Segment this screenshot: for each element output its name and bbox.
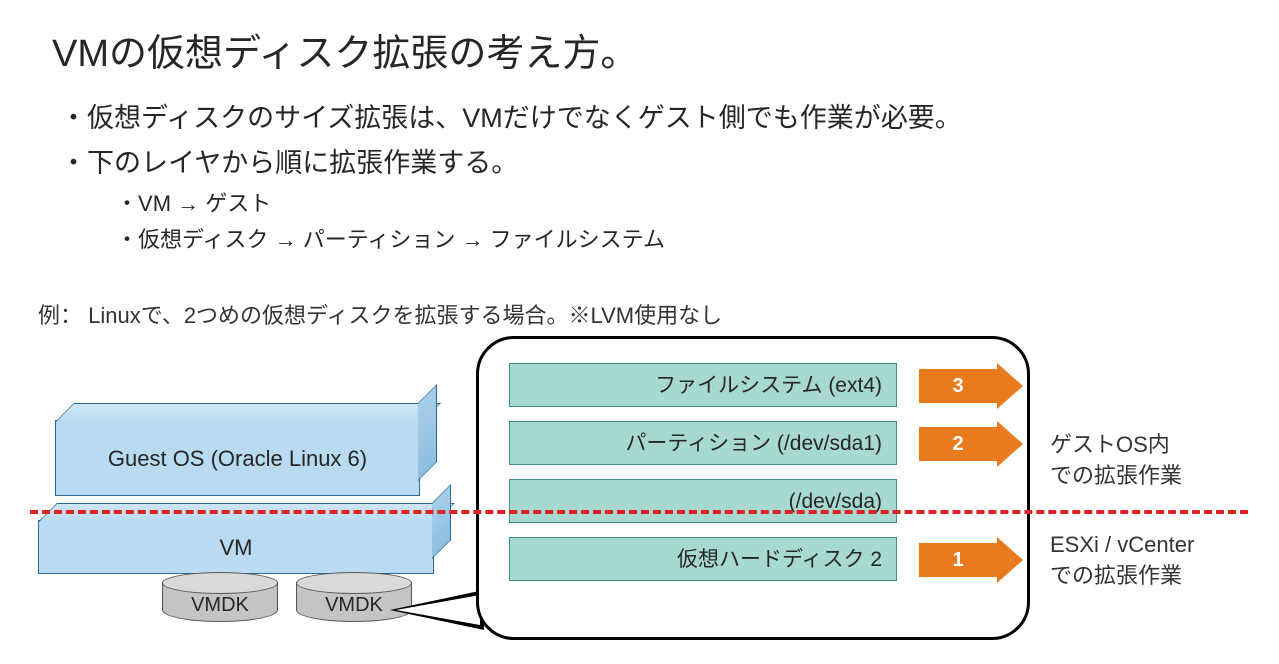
sub-bullet-1: VM → ゲスト	[116, 186, 962, 218]
step-number-3: 3	[919, 369, 997, 403]
sub-bullet-2: 仮想ディスク → パーティション → ファイルシステム	[116, 222, 962, 254]
bullet-1: 仮想ディスクのサイズ拡張は、VMだけでなくゲスト側でも作業が必要。	[60, 96, 962, 135]
example-note: 例： Linuxで、2つめの仮想ディスクを拡張する場合。※LVM使用なし	[38, 298, 722, 330]
layer-partition: パーティション (/dev/sda1)	[509, 421, 897, 465]
arrow-head-icon	[997, 363, 1023, 409]
slide-title: VMの仮想ディスク拡張の考え方。	[52, 22, 638, 77]
bullet-list: 仮想ディスクのサイズ拡張は、VMだけでなくゲスト側でも作業が必要。 下のレイヤか…	[60, 92, 962, 254]
vmdk-cylinder-1: VMDK	[162, 572, 278, 622]
arrow-head-icon	[997, 421, 1023, 467]
separator-line	[30, 510, 1248, 514]
vm-box: VM	[38, 520, 434, 574]
layer-panel: ファイルシステム (ext4) パーティション (/dev/sda1) (/de…	[476, 336, 1030, 640]
step-number-1: 1	[919, 543, 997, 577]
vmdk-label-1: VMDK	[162, 594, 278, 617]
bullet-2: 下のレイヤから順に拡張作業する。	[60, 141, 962, 180]
step-arrow-3: 3	[919, 369, 1023, 403]
step-arrow-2: 2	[919, 427, 1023, 461]
layer-device: (/dev/sda)	[509, 479, 897, 523]
layer-vdisk: 仮想ハードディスク 2	[509, 537, 897, 581]
step-number-2: 2	[919, 427, 997, 461]
layer-filesystem: ファイルシステム (ext4)	[509, 363, 897, 407]
step-arrow-1: 1	[919, 543, 1023, 577]
guest-os-box: Guest OS (Oracle Linux 6)	[55, 420, 420, 496]
callout-tail	[390, 590, 484, 630]
note-esxi: ESXi / vCenter での拡張作業	[1050, 530, 1194, 592]
note-guest-os: ゲストOS内 での拡張作業	[1050, 430, 1182, 492]
arrow-head-icon	[997, 537, 1023, 583]
